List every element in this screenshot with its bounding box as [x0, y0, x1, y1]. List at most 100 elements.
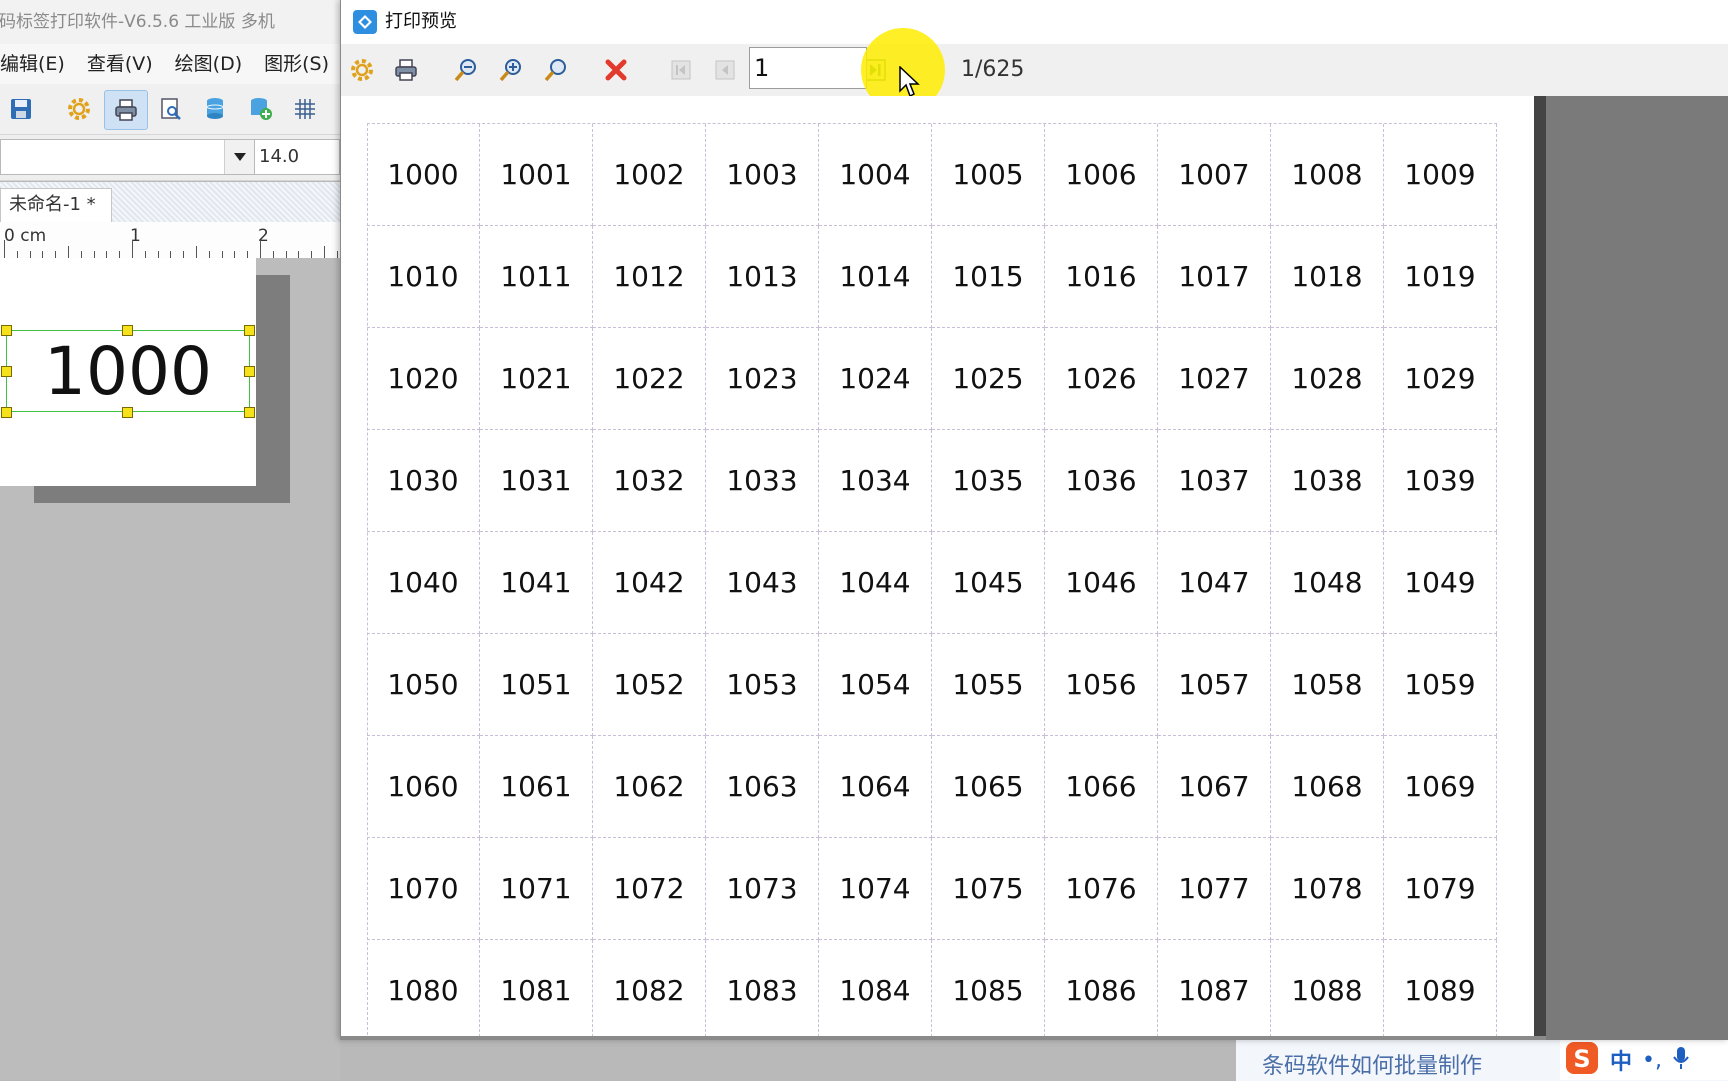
label-cell: 1077 [1158, 838, 1271, 940]
font-name-combo[interactable] [0, 139, 254, 175]
label-cell: 1065 [932, 736, 1045, 838]
ruler-tick [106, 251, 108, 258]
app-title: 条码标签打印软件-V6.5.6 工业版 多机 [0, 12, 275, 32]
label-cell: 1064 [819, 736, 932, 838]
label-cell: 1060 [367, 736, 480, 838]
label-cell: 1081 [480, 940, 593, 1040]
label-cell: 1002 [593, 124, 706, 226]
label-cell: 1088 [1271, 940, 1384, 1040]
window-title: 打印预览 [385, 11, 457, 32]
menu-view[interactable]: 查看(V) [87, 44, 153, 84]
ruler-unit-label: 0 cm [4, 226, 47, 246]
menu-shape[interactable]: 图形(S) [264, 44, 329, 84]
chevron-down-icon[interactable] [224, 140, 254, 174]
label-cell: 1032 [593, 430, 706, 532]
ruler-tick [4, 240, 5, 258]
close-icon[interactable] [601, 55, 631, 85]
print-preview-icon[interactable] [156, 94, 186, 124]
label-cell: 1013 [706, 226, 819, 328]
ruler-tick [42, 251, 44, 258]
label-cell: 1072 [593, 838, 706, 940]
punctuation-icon[interactable]: •, [1642, 1048, 1662, 1073]
label-cell: 1000 [367, 124, 480, 226]
menu-draw[interactable]: 绘图(D) [175, 44, 242, 84]
resize-handle[interactable] [244, 325, 255, 336]
database-add-icon[interactable] [246, 94, 276, 124]
menu-edit[interactable]: 编辑(E) [0, 44, 65, 84]
save-icon[interactable] [6, 94, 36, 124]
ruler-tick [234, 251, 236, 258]
ruler-tick [119, 251, 121, 258]
label-cell: 1034 [819, 430, 932, 532]
label-cell: 1030 [367, 430, 480, 532]
page-count: 1/625 [961, 57, 1025, 82]
zoom-out-icon[interactable] [451, 55, 481, 85]
resize-handle[interactable] [1, 325, 12, 336]
label-cell: 1062 [593, 736, 706, 838]
label-cell: 1054 [819, 634, 932, 736]
label-cell: 1075 [932, 838, 1045, 940]
label-cell: 1016 [1045, 226, 1158, 328]
preview-toolbar [341, 44, 1728, 97]
label-cell: 1069 [1384, 736, 1497, 838]
label-cell: 1049 [1384, 532, 1497, 634]
label-cell: 1086 [1045, 940, 1158, 1040]
resize-handle[interactable] [122, 407, 133, 418]
label-cell: 1015 [932, 226, 1045, 328]
resize-handle[interactable] [1, 366, 12, 377]
label-cell: 1017 [1158, 226, 1271, 328]
label-cell: 1046 [1045, 532, 1158, 634]
label-cell: 1084 [819, 940, 932, 1040]
resize-handle[interactable] [1, 407, 12, 418]
resize-handle[interactable] [244, 366, 255, 377]
label-cell: 1004 [819, 124, 932, 226]
label-cell: 1039 [1384, 430, 1497, 532]
zoom-fit-icon[interactable] [541, 55, 571, 85]
ime-toolbar[interactable]: S 中 •, [1560, 1040, 1728, 1080]
label-cell: 1067 [1158, 736, 1271, 838]
label-cell: 1038 [1271, 430, 1384, 532]
prev-page-icon[interactable] [710, 55, 740, 85]
label-cell: 1011 [480, 226, 593, 328]
page-number-input[interactable]: 1 [749, 47, 867, 89]
label-cell: 1023 [706, 328, 819, 430]
resize-handle[interactable] [122, 325, 133, 336]
label-cell: 1040 [367, 532, 480, 634]
label-cell: 1029 [1384, 328, 1497, 430]
label-cell: 1050 [367, 634, 480, 736]
resize-handle[interactable] [244, 407, 255, 418]
print-icon[interactable] [391, 55, 421, 85]
settings-icon[interactable] [347, 55, 377, 85]
document-tab[interactable]: 未命名-1 * [0, 188, 112, 222]
print-icon[interactable] [104, 90, 148, 130]
page-edge [1534, 96, 1546, 1040]
label-grid: 1000 1001 1002 1003 1004 1005 1006 1007 1008 1009… [367, 124, 1497, 1040]
database-icon[interactable] [200, 94, 230, 124]
label-cell: 1009 [1384, 124, 1497, 226]
zoom-in-icon[interactable] [496, 55, 526, 85]
label-cell: 1078 [1271, 838, 1384, 940]
label-cell: 1035 [932, 430, 1045, 532]
ime-mode[interactable]: 中 [1610, 1044, 1632, 1076]
label-cell: 1012 [593, 226, 706, 328]
label-cell: 1058 [1271, 634, 1384, 736]
settings-icon[interactable] [64, 94, 94, 124]
ruler-tick [170, 251, 172, 258]
label-cell: 1018 [1271, 226, 1384, 328]
label-cell: 1070 [367, 838, 480, 940]
ruler-tick [311, 251, 313, 258]
app-toolbar [0, 84, 340, 135]
label-cell: 1025 [932, 328, 1045, 430]
ruler-tick [208, 251, 210, 258]
font-size-input[interactable]: 14.0 [254, 139, 340, 175]
label-cell: 1087 [1158, 940, 1271, 1040]
label-cell: 1074 [819, 838, 932, 940]
text-object[interactable]: 1000 [6, 330, 250, 412]
grid-icon[interactable] [290, 94, 320, 124]
microphone-icon[interactable] [1672, 1045, 1690, 1075]
first-page-icon[interactable] [666, 55, 696, 85]
label-cell: 1042 [593, 532, 706, 634]
label-cell: 1043 [706, 532, 819, 634]
article-link[interactable]: 条码软件如何批量制作 [1262, 1048, 1482, 1080]
ruler-tick [80, 251, 82, 258]
